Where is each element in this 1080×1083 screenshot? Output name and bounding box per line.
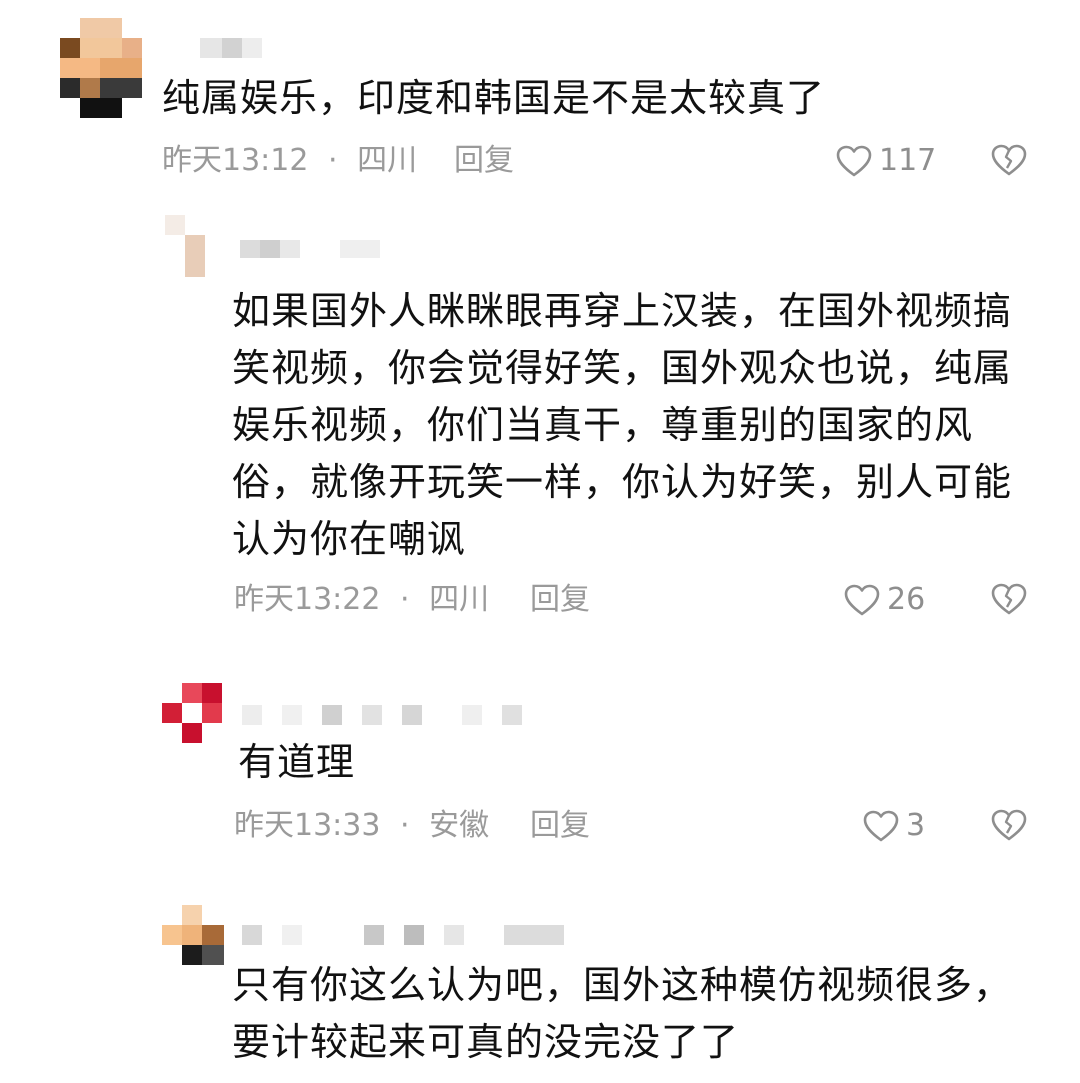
avatar[interactable] [162, 905, 224, 965]
meta-separator: · [400, 808, 410, 843]
comment-3: 有道理 昨天13:33 · 安徽 回复 3 [0, 670, 1080, 890]
reply-button[interactable]: 回复 [530, 580, 590, 620]
dislike-button[interactable] [990, 582, 1028, 616]
broken-heart-icon [990, 582, 1028, 616]
like-count: 3 [906, 808, 926, 843]
heart-outline-icon [843, 583, 881, 617]
heart-outline-icon [862, 809, 900, 843]
comment-text: 纯属娱乐，印度和韩国是不是太较真了 [162, 76, 826, 120]
timestamp: 昨天13:22 [234, 582, 381, 617]
like-count: 26 [887, 582, 926, 617]
comment-2: 如果国外人眯眯眼再穿上汉装，在国外视频搞笑视频，你会觉得好笑，国外观众也说，纯属… [0, 200, 1080, 660]
comment-meta: 昨天13:12 · 四川 回复 [162, 141, 862, 181]
comment-text: 如果国外人眯眯眼再穿上汉装，在国外视频搞笑视频，你会觉得好笑，国外观众也说，纯属… [232, 289, 1013, 561]
avatar[interactable] [60, 18, 142, 118]
reply-button[interactable]: 回复 [530, 806, 590, 846]
like-button[interactable]: 117 [835, 141, 936, 181]
timestamp: 昨天13:33 [234, 808, 381, 843]
heart-outline-icon [835, 144, 873, 178]
comment-4: 只有你这么认为吧，国外这种模仿视频很多，要计较起来可真的没完没了了 [0, 895, 1080, 1083]
like-button[interactable]: 3 [862, 806, 925, 846]
reply-button[interactable]: 回复 [454, 141, 514, 181]
broken-heart-icon [990, 143, 1028, 177]
avatar[interactable] [162, 683, 222, 743]
avatar[interactable] [165, 215, 205, 277]
broken-heart-icon [990, 808, 1028, 842]
meta-separator: · [328, 143, 338, 178]
dislike-button[interactable] [990, 808, 1028, 842]
comment-meta: 昨天13:33 · 安徽 回复 [234, 806, 834, 846]
location: 四川 [357, 143, 418, 178]
location: 安徽 [429, 808, 490, 843]
dislike-button[interactable] [990, 143, 1028, 177]
timestamp: 昨天13:12 [162, 143, 309, 178]
comment-1: 纯属娱乐，印度和韩国是不是太较真了 昨天13:12 · 四川 回复 117 [0, 0, 1080, 200]
like-count: 117 [879, 143, 937, 178]
meta-separator: · [400, 582, 410, 617]
location: 四川 [429, 582, 490, 617]
comment-meta: 昨天13:22 · 四川 回复 [234, 580, 834, 620]
comment-text: 有道理 [238, 740, 356, 784]
comment-text: 只有你这么认为吧，国外这种模仿视频很多，要计较起来可真的没完没了了 [232, 963, 1013, 1064]
like-button[interactable]: 26 [843, 580, 925, 620]
